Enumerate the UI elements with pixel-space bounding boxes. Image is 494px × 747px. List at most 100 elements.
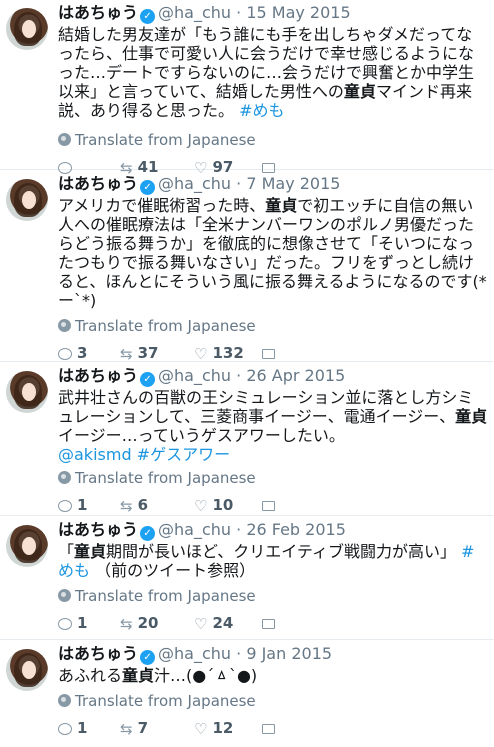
globe-icon [58, 471, 71, 484]
tweet-date[interactable]: 7 May 2015 [246, 174, 340, 193]
tweet-text: 「童貞期間が長いほど、クリエイティブ戦闘力が高い」 #めも （前のツイート参照） [58, 542, 488, 580]
retweet-icon: ⇆ [120, 344, 133, 363]
reply-button[interactable]: 1 [58, 494, 87, 516]
author-handle[interactable]: @ha_chu [158, 644, 231, 663]
author-handle[interactable]: @ha_chu [158, 366, 231, 385]
message-icon [262, 618, 275, 629]
tweet-date[interactable]: 15 May 2015 [246, 3, 350, 22]
globe-icon [58, 694, 71, 707]
text-segment: イージー…っていうゲスアワーしたい。 [58, 426, 345, 445]
retweet-icon: ⇆ [120, 614, 133, 633]
tweet[interactable]: はあちゅう ✓ @ha_chu · 26 Apr 2015 武井壮さんの百獣の王シミ… [0, 363, 494, 516]
text-highlight: 童貞 [265, 196, 298, 215]
retweet-icon: ⇆ [120, 496, 133, 515]
avatar[interactable] [6, 179, 48, 221]
reply-icon [58, 347, 72, 360]
tweet-actions: 1 ⇆ 20 ♡ 24 [58, 612, 488, 634]
reply-icon [58, 617, 72, 630]
tweet-text: 結婚した男友達が「もう誰にも手を出しちゃダメだってなったら、仕事で可愛い人に会う… [58, 25, 488, 120]
text-segment: アメリカで催眠術習った時、 [58, 196, 266, 215]
globe-icon [58, 589, 71, 602]
translate-link[interactable]: Translate from Japanese [58, 130, 488, 150]
text-segment: （前のツイート参照） [90, 561, 256, 580]
avatar[interactable] [6, 525, 48, 567]
like-icon: ♡ [194, 496, 208, 515]
reply-button[interactable]: 1 [58, 612, 87, 634]
text-highlight: 童貞 [122, 666, 155, 685]
tweet-header: はあちゅう ✓ @ha_chu · 26 Apr 2015 [58, 366, 346, 387]
avatar[interactable] [6, 649, 48, 691]
tweet-actions: 3 ⇆ 37 ♡ 132 [58, 342, 488, 364]
message-icon [262, 723, 275, 734]
tweet-date[interactable]: 9 Jan 2015 [246, 644, 332, 663]
retweet-button[interactable]: ⇆ 20 [120, 612, 158, 635]
verified-icon: ✓ [140, 526, 156, 541]
hashtag-link[interactable]: #めも [239, 101, 284, 120]
tweet[interactable]: はあちゅう ✓ @ha_chu · 9 Jan 2015 あふれる童貞汁…(●´ㅿ`… [0, 641, 494, 747]
reply-icon [58, 722, 72, 735]
tweet-date[interactable]: 26 Feb 2015 [246, 520, 346, 539]
text-segment: 武井壮さんの百獣の王シミュレーション並に落とし方シミュレーションして、三菱商事イ… [58, 388, 474, 426]
like-icon: ♡ [194, 614, 208, 633]
reply-icon [58, 499, 72, 512]
tweet-header: はあちゅう ✓ @ha_chu · 9 Jan 2015 [58, 644, 333, 665]
like-button[interactable]: ♡ 12 [194, 717, 233, 740]
text-segment: 期間が長いほど、クリエイティブ戦闘力が高い」 [106, 542, 462, 561]
author-name[interactable]: はあちゅう [58, 3, 138, 22]
globe-icon [58, 133, 71, 146]
retweet-button[interactable]: ⇆ 6 [120, 494, 148, 517]
tweet-text: アメリカで催眠術習った時、童貞で初エッチに自信の無い人への催眠療法は「全米ナンバ… [58, 196, 488, 310]
tweet-header: はあちゅう ✓ @ha_chu · 26 Feb 2015 [58, 520, 346, 541]
tweet[interactable]: はあちゅう ✓ @ha_chu · 15 May 2015 結婚した男友達が「もう誰… [0, 0, 494, 177]
author-handle[interactable]: @ha_chu [158, 520, 231, 539]
author-handle[interactable]: @ha_chu [158, 174, 231, 193]
globe-icon [58, 319, 71, 332]
reply-button[interactable]: 3 [58, 342, 87, 364]
text-highlight: 童貞 [343, 82, 376, 101]
text-segment: 「 [58, 542, 75, 561]
text-highlight: 童貞 [455, 407, 488, 426]
verified-icon: ✓ [140, 9, 156, 24]
translate-link[interactable]: Translate from Japanese [58, 316, 488, 336]
translate-link[interactable]: Translate from Japanese [58, 586, 488, 606]
retweet-button[interactable]: ⇆ 7 [120, 717, 148, 740]
tweet-header: はあちゅう ✓ @ha_chu · 15 May 2015 [58, 3, 351, 24]
verified-icon: ✓ [140, 180, 156, 195]
retweet-icon: ⇆ [120, 719, 133, 738]
author-handle[interactable]: @ha_chu [158, 3, 231, 22]
message-button[interactable] [262, 612, 275, 634]
mention-hashtag-link[interactable]: @akismd #ゲスアワー [58, 445, 230, 464]
verified-icon: ✓ [140, 372, 156, 387]
message-button[interactable] [262, 717, 275, 739]
like-button[interactable]: ♡ 10 [194, 494, 233, 517]
message-button[interactable] [262, 494, 275, 516]
author-name[interactable]: はあちゅう [58, 520, 138, 539]
tweet-text: 武井壮さんの百獣の王シミュレーション並に落とし方シミュレーションして、三菱商事イ… [58, 388, 488, 464]
avatar[interactable] [6, 8, 48, 50]
tweet-date[interactable]: 26 Apr 2015 [246, 366, 345, 385]
verified-icon: ✓ [140, 650, 156, 665]
message-button[interactable] [262, 342, 275, 364]
text-segment: 汁…(●´ㅿ`●) [154, 666, 258, 685]
avatar[interactable] [6, 371, 48, 413]
author-name[interactable]: はあちゅう [58, 644, 138, 663]
reply-button[interactable]: 1 [58, 717, 87, 739]
text-highlight: 童貞 [74, 542, 107, 561]
message-icon [262, 500, 275, 511]
tweet-header: はあちゅう ✓ @ha_chu · 7 May 2015 [58, 174, 341, 195]
tweet[interactable]: はあちゅう ✓ @ha_chu · 7 May 2015 アメリカで催眠術習った時、… [0, 171, 494, 364]
like-button[interactable]: ♡ 24 [194, 612, 233, 635]
author-name[interactable]: はあちゅう [58, 366, 138, 385]
tweet-actions: 1 ⇆ 7 ♡ 12 [58, 717, 488, 739]
text-segment: あふれる [58, 666, 123, 685]
like-icon: ♡ [194, 344, 208, 363]
tweet[interactable]: はあちゅう ✓ @ha_chu · 26 Feb 2015 「童貞期間が長いほど、ク… [0, 517, 494, 640]
tweet-text: あふれる童貞汁…(●´ㅿ`●) [58, 666, 488, 685]
tweet-actions: 1 ⇆ 6 ♡ 10 [58, 494, 488, 516]
translate-link[interactable]: Translate from Japanese [58, 691, 488, 711]
author-name[interactable]: はあちゅう [58, 174, 138, 193]
retweet-button[interactable]: ⇆ 37 [120, 342, 158, 365]
translate-link[interactable]: Translate from Japanese [58, 468, 488, 488]
like-button[interactable]: ♡ 132 [194, 342, 244, 365]
message-icon [262, 348, 275, 359]
